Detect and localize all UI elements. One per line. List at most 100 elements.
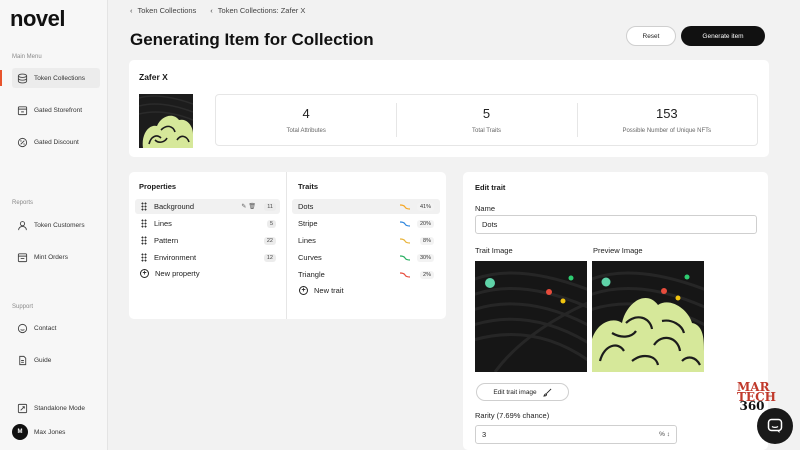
sidebar-item-label: Guide [34, 356, 52, 364]
drag-handle-icon[interactable] [141, 236, 147, 245]
properties-title: Properties [139, 182, 177, 191]
new-property-button[interactable]: + New property [140, 269, 200, 278]
breadcrumb-label: Token Collections: Zafer X [217, 6, 306, 15]
property-name: Pattern [154, 236, 179, 245]
trait-image [475, 261, 587, 372]
trait-name: Triangle [298, 270, 325, 279]
avatar: M [12, 424, 28, 440]
edit-trait-card: Edit trait Name Trait Image Preview Imag… [463, 172, 768, 450]
trait-row[interactable]: Dots 41% [292, 199, 440, 214]
trend-icon [400, 220, 410, 227]
standalone-mode-label: Standalone Mode [34, 404, 85, 412]
trait-percent: 2% [420, 270, 434, 279]
trash-icon[interactable]: 🗑 [248, 204, 258, 210]
user-profile[interactable]: M Max Jones [12, 424, 65, 440]
guide-icon [16, 354, 28, 366]
sidebar-item-label: Token Collections [34, 74, 85, 82]
column-divider [286, 172, 287, 319]
trait-percent: 41% [416, 202, 434, 211]
reports-label: Reports [12, 200, 34, 206]
trait-name: Lines [298, 236, 316, 245]
storefront-icon [16, 104, 28, 116]
trait-name-input[interactable] [475, 215, 757, 234]
trait-name: Stripe [298, 219, 318, 228]
watermark-line: 360 [739, 399, 765, 414]
chat-icon [767, 418, 783, 433]
property-count: 22 [263, 236, 276, 245]
property-row[interactable]: Background ✎🗑 11 [135, 199, 280, 214]
brush-icon [542, 388, 552, 397]
property-count: 11 [264, 202, 276, 211]
breadcrumb-collection[interactable]: ‹ Token Collections: Zafer X [210, 6, 305, 15]
chat-launcher-button[interactable] [757, 408, 793, 444]
rarity-input[interactable]: 3 % ↕ [475, 425, 677, 444]
name-label: Name [475, 204, 496, 213]
active-indicator [0, 70, 2, 86]
trait-row[interactable]: Triangle 2% [292, 267, 440, 282]
trend-icon [400, 254, 410, 261]
sidebar: novel Main Menu Token Collections Gated … [0, 0, 108, 450]
edit-trait-image-button[interactable]: Edit trait image [476, 383, 569, 401]
reset-button[interactable]: Reset [626, 26, 676, 46]
user-name: Max Jones [34, 428, 66, 436]
sidebar-item-token-customers[interactable]: Token Customers [12, 215, 100, 235]
traits-title: Traits [298, 182, 319, 191]
support-label: Support [12, 304, 34, 310]
stat-value: 5 [482, 106, 491, 121]
rarity-label: Rarity (7.69% chance) [475, 411, 550, 420]
preview-image [592, 261, 704, 372]
sidebar-item-label: Gated Discount [34, 138, 79, 146]
trait-row[interactable]: Curves 30% [292, 250, 440, 265]
standalone-icon [16, 402, 28, 414]
database-icon [16, 72, 28, 84]
sidebar-item-guide[interactable]: Guide [12, 350, 100, 370]
sidebar-item-token-collections[interactable]: Token Collections [12, 68, 100, 88]
sidebar-item-gated-storefront[interactable]: Gated Storefront [12, 100, 100, 120]
trend-icon [400, 237, 410, 244]
breadcrumb-label: Token Collections [137, 6, 197, 15]
martech-watermark: MAR TECH 360 [737, 381, 776, 414]
app-logo[interactable]: novel [10, 6, 65, 32]
breadcrumb-token-collections[interactable]: ‹ Token Collections [130, 6, 196, 15]
property-count: 12 [263, 253, 276, 262]
orders-icon [16, 251, 28, 263]
discount-icon [16, 136, 28, 148]
chevron-left-icon: ‹ [130, 6, 133, 15]
sidebar-item-mint-orders[interactable]: Mint Orders [12, 247, 100, 267]
property-row[interactable]: Lines 5 [135, 216, 280, 231]
property-row[interactable]: Environment 12 [135, 250, 280, 265]
property-row[interactable]: Pattern 22 [135, 233, 280, 248]
stat-total-attributes: 4 Total Attributes [216, 95, 396, 145]
trait-row[interactable]: Stripe 20% [292, 216, 440, 231]
collection-summary-card: Zafer X 4 Total Attributes 5 Total Trait… [129, 60, 769, 157]
rarity-value: 3 [482, 430, 487, 439]
drag-handle-icon[interactable] [141, 202, 147, 211]
edit-trait-image-label: Edit trait image [493, 388, 537, 396]
property-name: Environment [154, 253, 197, 262]
trait-percent: 8% [420, 236, 434, 245]
trait-name: Dots [298, 202, 314, 211]
sidebar-item-gated-discount[interactable]: Gated Discount [12, 132, 100, 152]
standalone-mode-toggle[interactable]: Standalone Mode [12, 398, 100, 418]
sidebar-item-label: Mint Orders [34, 253, 68, 261]
trend-icon [400, 203, 410, 210]
rarity-unit: % ↕ [659, 431, 670, 438]
stat-value: 153 [655, 106, 678, 121]
properties-traits-card: Properties Traits Background ✎🗑 11 Lines… [129, 172, 446, 319]
collection-name: Zafer X [139, 72, 168, 82]
generate-item-button[interactable]: Generate item [681, 26, 765, 46]
new-trait-button[interactable]: + New trait [299, 286, 344, 295]
drag-handle-icon[interactable] [141, 253, 147, 262]
stat-value: 4 [302, 106, 310, 121]
contact-icon [16, 322, 28, 334]
plus-circle-icon: + [299, 286, 308, 295]
main-menu-label: Main Menu [12, 54, 42, 60]
stat-label: Possible Number of Unique NFTs [622, 128, 712, 134]
trait-row[interactable]: Lines 8% [292, 233, 440, 248]
collection-stats: 4 Total Attributes 5 Total Traits 153 Po… [215, 94, 758, 146]
drag-handle-icon[interactable] [141, 219, 147, 228]
edit-trait-title: Edit trait [475, 183, 506, 192]
stat-label: Total Attributes [286, 128, 326, 134]
user-icon [16, 219, 28, 231]
sidebar-item-contact[interactable]: Contact [12, 318, 100, 338]
